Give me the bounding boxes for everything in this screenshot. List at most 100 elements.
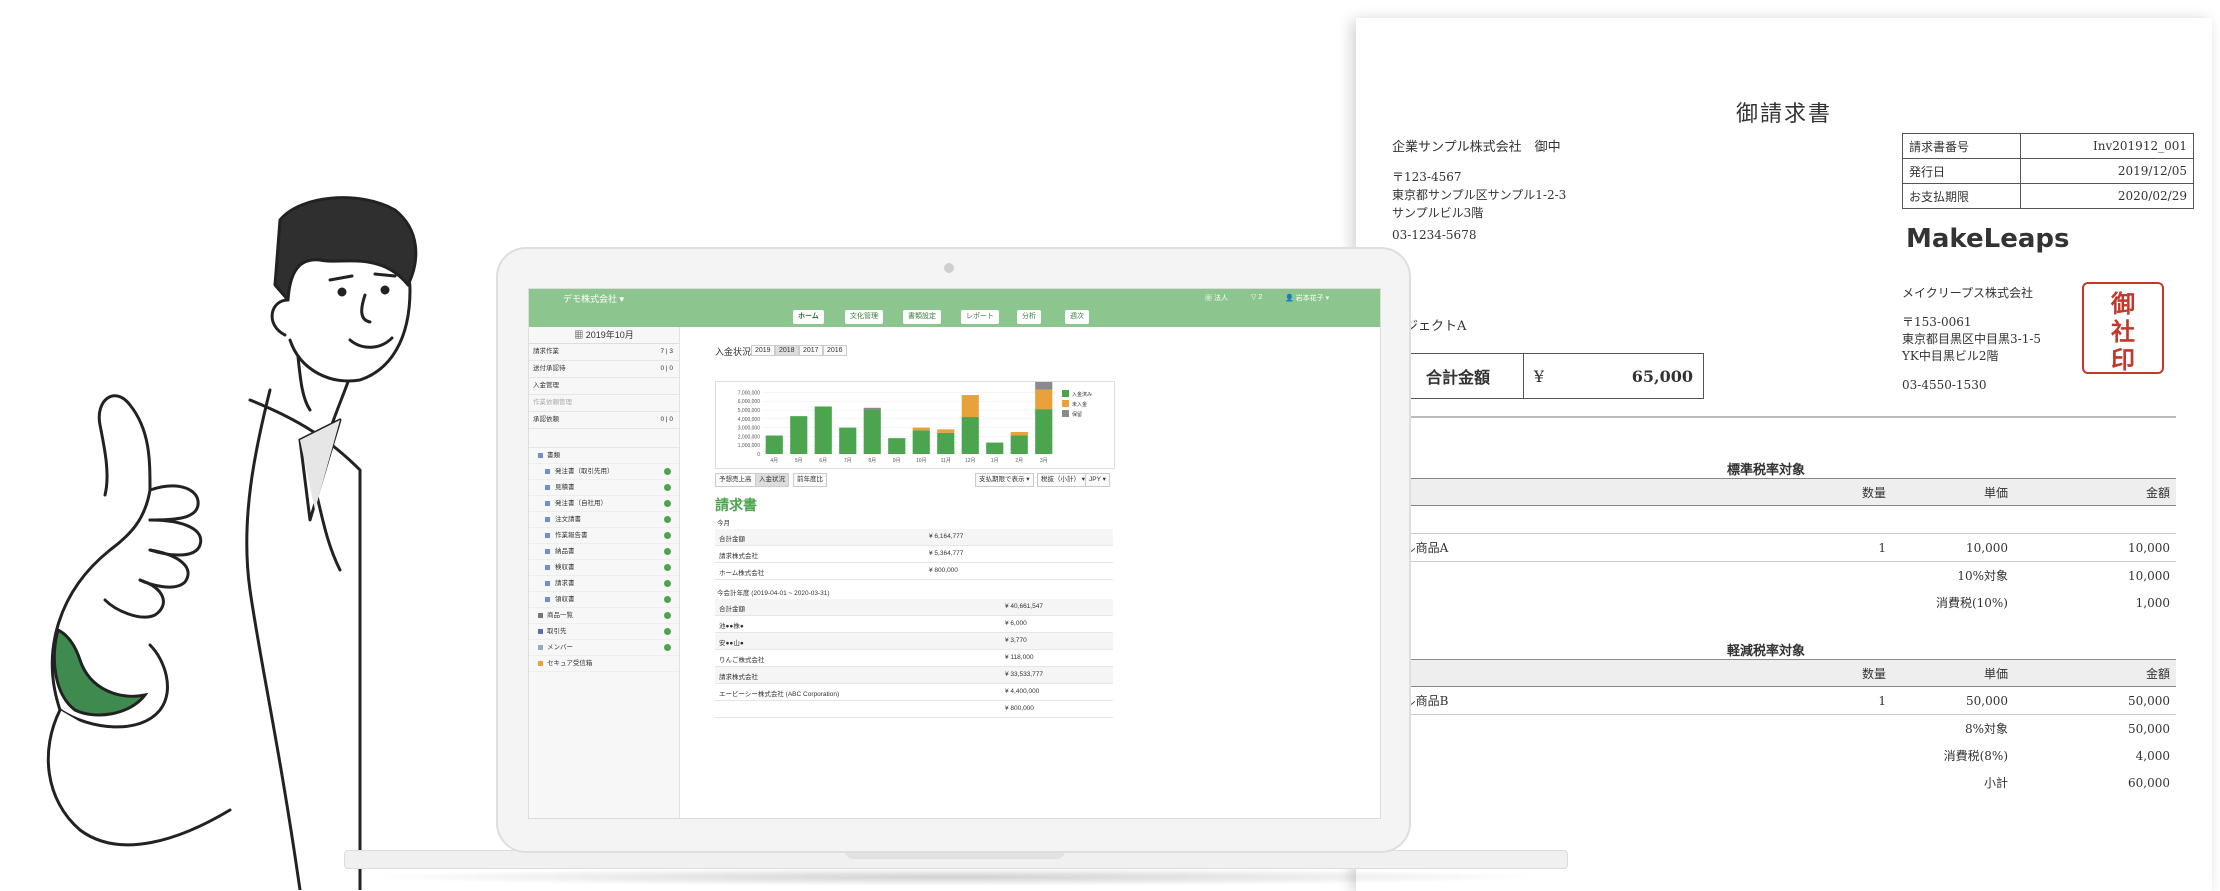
entity-menu[interactable]: ▦ 法人 xyxy=(1205,293,1228,303)
document-icon xyxy=(545,469,550,474)
tab-home[interactable]: ホーム xyxy=(793,310,824,324)
tab-weekly[interactable]: 週次 xyxy=(1065,310,1089,324)
divider xyxy=(1356,416,2176,418)
deposit-chart: 0 1,000,000 2,000,000 3,000,000 4,000,000 5,0… xyxy=(715,380,1115,469)
tab-reports[interactable]: レポート xyxy=(961,310,999,324)
x-tick-label: 7月 xyxy=(844,458,852,464)
bar-保留 xyxy=(863,407,881,410)
add-icon xyxy=(664,564,671,571)
add-icon xyxy=(664,548,671,555)
sidebar-counter[interactable]: 承認依頼 0 | 0 xyxy=(529,412,679,429)
document-icon xyxy=(545,549,550,554)
sidebar-item-secure-inbox[interactable]: セキュア受信箱 xyxy=(529,656,679,672)
table-row[interactable]: 請求株式会社 ¥ 33,533,777 xyxy=(715,667,1113,684)
x-tick-label: 5月 xyxy=(795,458,803,464)
deposit-status-title: 入金状況 xyxy=(715,347,752,357)
bar-入金済み xyxy=(912,430,930,454)
tax-select[interactable]: 税抜（小計） ▾ xyxy=(1037,473,1090,487)
sidebar-counter[interactable]: 送付承認待 0 | 0 xyxy=(529,361,679,378)
client-phone: 03-1234-5678 xyxy=(1392,228,1477,242)
bar-入金済み xyxy=(1035,409,1053,454)
add-icon xyxy=(664,628,671,635)
table-row[interactable]: 安●●山● ¥ 3,770 xyxy=(715,633,1113,650)
forecast-button[interactable]: 予想売上高 xyxy=(715,473,756,487)
add-icon xyxy=(664,468,671,475)
table-row[interactable]: 請求株式会社 ¥ 5,364,777 xyxy=(715,546,1113,563)
bar-未入金 xyxy=(1010,432,1028,436)
sidebar-item-doc[interactable]: 発注書（自社用） xyxy=(529,496,679,512)
user-menu[interactable]: 👤 岩本花子 ▾ xyxy=(1285,293,1329,303)
issuer-phone: 03-4550-1530 xyxy=(1902,378,1987,392)
table-row[interactable]: ¥ 800,000 xyxy=(715,701,1113,718)
legend-label: 入金済み xyxy=(1072,391,1092,398)
sidebar-item-doc[interactable]: 請求書 xyxy=(529,576,679,592)
table-row[interactable]: エービーシー株式会社 (ABC Corporation) ¥ 4,400,000 xyxy=(715,684,1113,701)
makeleaps-logo: MakeLeaps xyxy=(1906,224,2070,254)
sidebar-counter[interactable]: 請求作業 7 | 3 xyxy=(529,344,679,361)
sidebar-item-doc[interactable]: 見積書 xyxy=(529,480,679,496)
add-icon xyxy=(664,516,671,523)
document-icon xyxy=(545,501,550,506)
legend-swatch xyxy=(1062,410,1069,417)
table-row[interactable]: ホーム株式会社 ¥ 800,000 xyxy=(715,563,1113,580)
x-tick-label: 6月 xyxy=(819,458,827,464)
main-tabs: ホーム 文化管理 書類設定 レポート 分析 週次 xyxy=(529,307,1380,327)
table-row[interactable]: りんご株式会社 ¥ 118,000 xyxy=(715,650,1113,667)
tab-culture[interactable]: 文化管理 xyxy=(845,310,883,324)
org-switcher[interactable]: デモ株式会社 ▾ xyxy=(563,292,624,305)
laptop-frame: デモ株式会社 ▾ ▦ 法人 ▽ 2 👤 岩本花子 ▾ ホーム 文化管理 書類設定… xyxy=(496,247,1411,853)
y-tick-label: 7,000,000 xyxy=(738,390,760,396)
bar-入金済み xyxy=(1010,435,1028,454)
x-tick-label: 1月 xyxy=(991,458,999,464)
sidebar-item-products[interactable]: 商品一覧 xyxy=(529,608,679,624)
sidebar: ▦ 2019年10月 請求作業 7 | 3 送付承認待 0 | 0 入金管理 作業依… xyxy=(529,327,680,818)
sidebar-section-documents[interactable]: 書類 xyxy=(529,448,679,464)
y-tick-label: 3,000,000 xyxy=(738,426,760,432)
sidebar-item-doc[interactable]: 納品書 xyxy=(529,544,679,560)
currency-select[interactable]: JPY ▾ xyxy=(1085,473,1110,487)
x-tick-label: 8月 xyxy=(868,458,876,464)
year-2019[interactable]: 2019 xyxy=(751,345,775,356)
year-2018[interactable]: 2018 xyxy=(775,345,799,356)
standard-rate-table: 目目数量単価金額 3回分 ンプル商品A110,00010,000 10%対象10… xyxy=(1356,478,2176,616)
add-icon xyxy=(664,644,671,651)
table-row[interactable]: 合計金額 ¥ 6,164,777 xyxy=(715,529,1113,546)
y-tick-label: 5,000,000 xyxy=(738,408,760,414)
sidebar-item-members[interactable]: メンバー xyxy=(529,640,679,656)
year-2017[interactable]: 2017 xyxy=(799,345,823,356)
bar-入金済み xyxy=(839,427,857,454)
year-2016[interactable]: 2016 xyxy=(823,345,847,356)
table-row[interactable]: 池●●株● ¥ 6,000 xyxy=(715,616,1113,633)
legend-label: 保留 xyxy=(1072,411,1082,418)
person-illustration xyxy=(46,196,418,890)
person-icon xyxy=(538,629,543,634)
tab-analysis[interactable]: 分析 xyxy=(1017,310,1041,324)
deposit-status-button[interactable]: 入金状況 xyxy=(755,473,789,487)
add-icon xyxy=(664,596,671,603)
sidebar-counter[interactable]: 入金管理 xyxy=(529,378,679,395)
bar-未入金 xyxy=(912,427,930,431)
y-tick-label: 0 xyxy=(757,452,760,458)
y-tick-label: 6,000,000 xyxy=(738,399,760,405)
due-date-select[interactable]: 支払期限で表示 ▾ xyxy=(975,473,1034,487)
yoy-button[interactable]: 前年度比 xyxy=(793,473,827,487)
sidebar-item-doc[interactable]: 作業報告書 xyxy=(529,528,679,544)
sidebar-item-doc[interactable]: 領収書 xyxy=(529,592,679,608)
sidebar-item-doc[interactable]: 発注書（取引先用） xyxy=(529,464,679,480)
table-row: 3回分 xyxy=(1356,505,2176,534)
bar-保留 xyxy=(1035,380,1053,390)
reduced-rate-table: 目目数量単価金額 ンプル商品B150,00050,000 8%対象50,000 … xyxy=(1356,659,2176,796)
bar-入金済み xyxy=(765,435,783,454)
sidebar-counter[interactable]: 作業依頼管理 xyxy=(529,395,679,412)
sidebar-item-doc[interactable]: 検収書 xyxy=(529,560,679,576)
tab-doc-settings[interactable]: 書類設定 xyxy=(903,310,941,324)
issuer-company: メイクリープス株式会社 xyxy=(1902,286,2034,300)
sidebar-item-doc[interactable]: 注文請書 xyxy=(529,512,679,528)
table-row[interactable]: 合計金額 ¥ 40,661,547 xyxy=(715,599,1113,616)
x-tick-label: 3月 xyxy=(1040,458,1048,464)
reduced-rate-title: 軽減税率対象 xyxy=(1726,644,1805,659)
sidebar-item-clients[interactable]: 取引先 xyxy=(529,624,679,640)
app-screen: デモ株式会社 ▾ ▦ 法人 ▽ 2 👤 岩本花子 ▾ ホーム 文化管理 書類設定… xyxy=(528,288,1381,819)
notifications-menu[interactable]: ▽ 2 xyxy=(1251,293,1262,301)
total-amount-box: 合計金額 ¥ 65,000 xyxy=(1392,353,1704,399)
